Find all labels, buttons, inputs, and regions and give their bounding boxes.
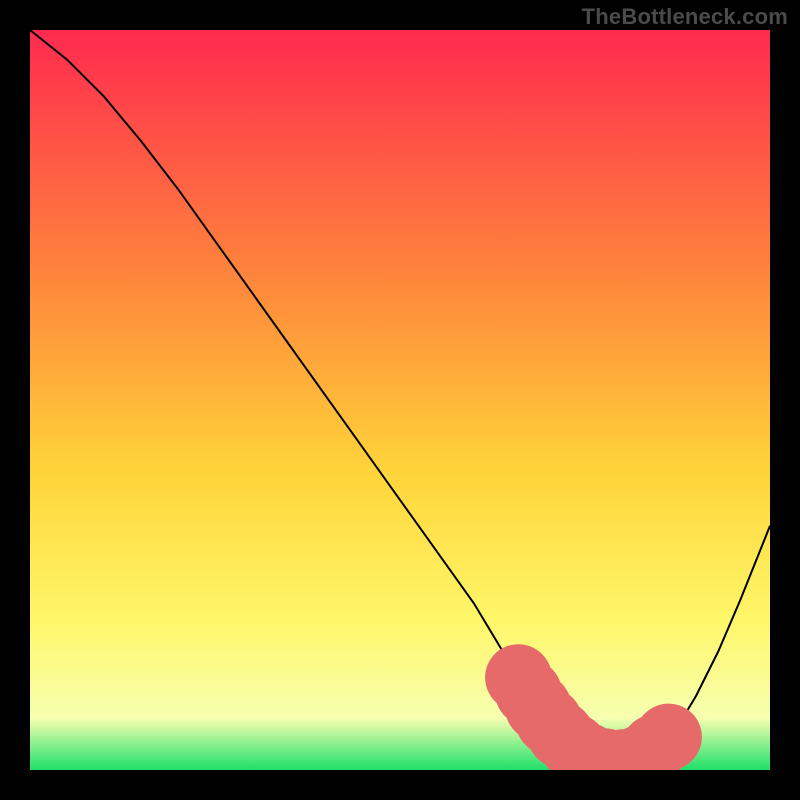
plot-area: [30, 30, 770, 770]
watermark-text: TheBottleneck.com: [582, 4, 788, 30]
bottleneck-chart: TheBottleneck.com: [0, 0, 800, 800]
